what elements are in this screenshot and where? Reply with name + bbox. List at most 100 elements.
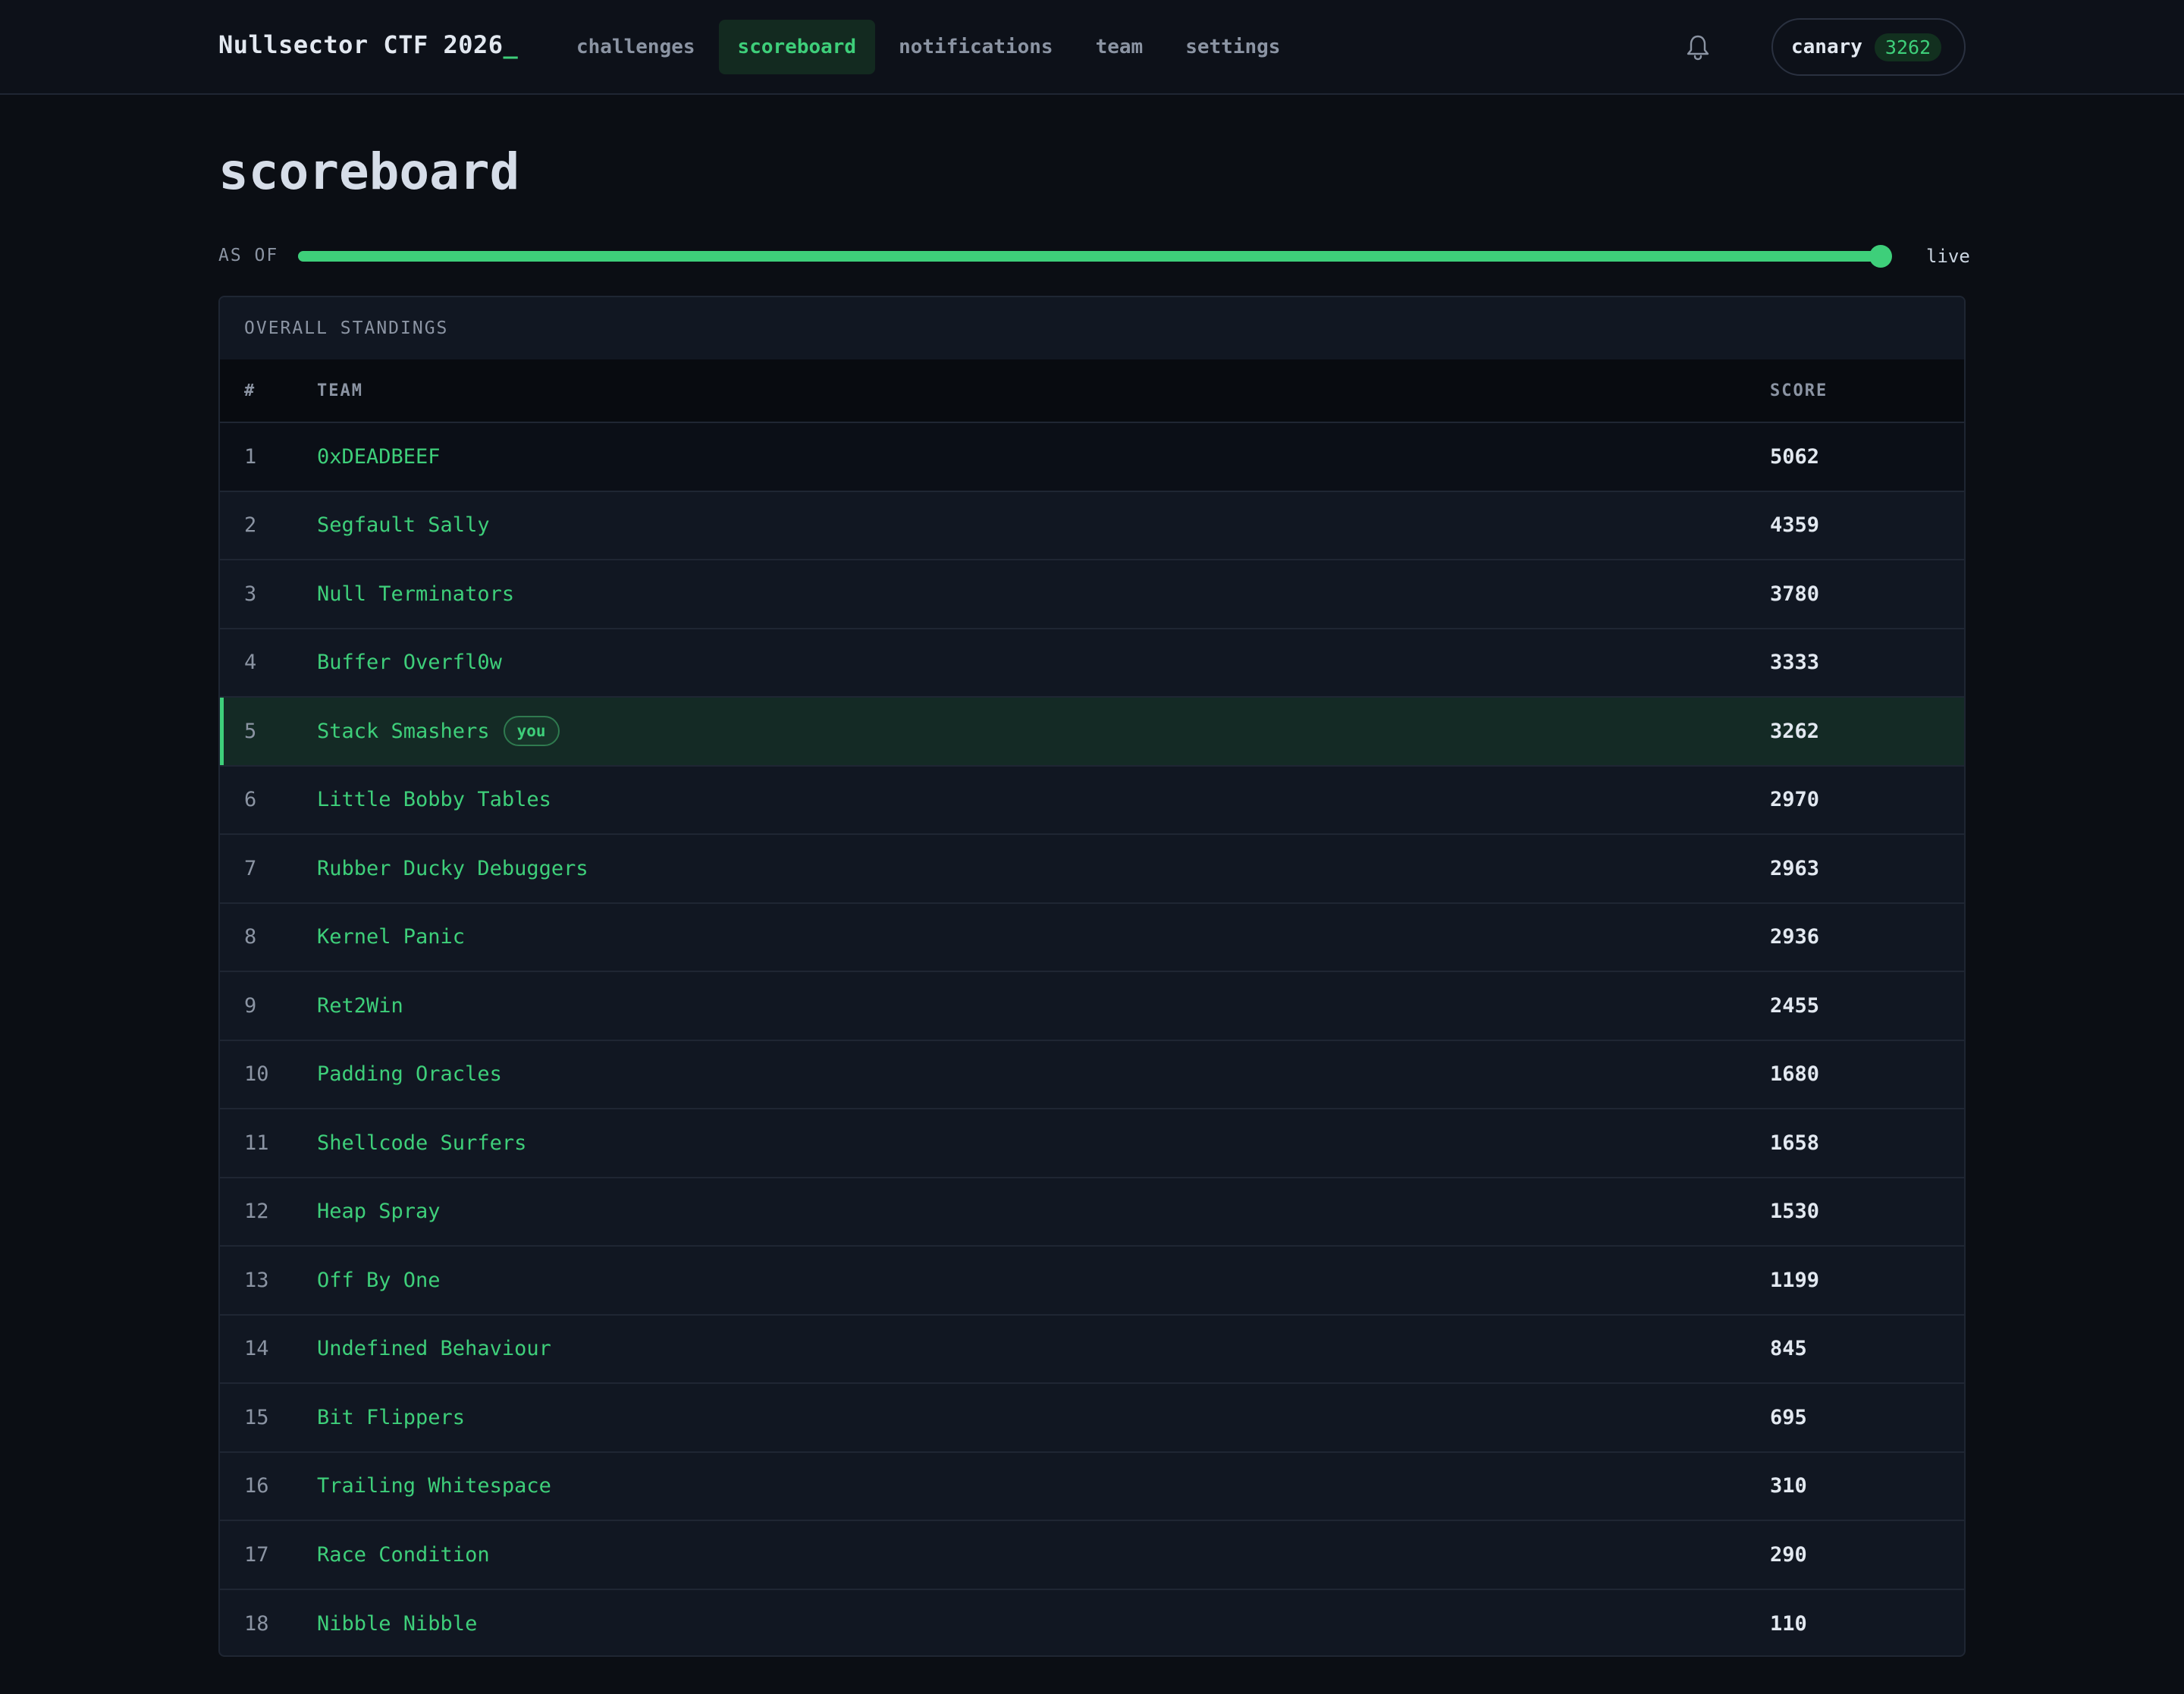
row-team-cell: Heap Spray <box>317 1200 1770 1223</box>
nav-tab-settings[interactable]: settings <box>1166 20 1299 74</box>
user-menu-button[interactable]: canary 3262 <box>1771 18 1966 76</box>
timeline-slider[interactable] <box>298 245 1892 268</box>
row-rank: 9 <box>244 993 257 1018</box>
row-rank: 14 <box>244 1337 269 1361</box>
table-header: # TEAM SCORE <box>220 359 1964 423</box>
row-team-cell: Stack Smashers you <box>317 716 1770 747</box>
row-team-link[interactable]: Bit Flippers <box>317 1406 465 1429</box>
row-team-cell: 0xDEADBEEF <box>317 445 1770 469</box>
row-team-link[interactable]: Kernel Panic <box>317 925 465 949</box>
as-of-label: AS OF <box>218 246 279 265</box>
nav-tab-notifications[interactable]: notifications <box>880 20 1072 74</box>
page-title: scoreboard <box>218 143 520 201</box>
row-rank: 10 <box>244 1062 269 1087</box>
row-score: 2455 <box>1770 993 1820 1018</box>
row-score: 3780 <box>1770 582 1820 606</box>
user-name: canary <box>1791 36 1862 58</box>
row-team-link[interactable]: Off By One <box>317 1269 441 1292</box>
row-team-link[interactable]: Little Bobby Tables <box>317 788 551 811</box>
row-rank: 2 <box>244 513 257 538</box>
row-team-link[interactable]: Segfault Sally <box>317 513 490 537</box>
table-row[interactable]: 3 Null Terminators 3780 <box>220 560 1964 629</box>
row-rank: 18 <box>244 1612 269 1636</box>
row-score: 845 <box>1770 1337 1807 1361</box>
row-team-link[interactable]: Null Terminators <box>317 582 514 606</box>
row-rank: 5 <box>244 719 257 743</box>
row-team-link[interactable]: Padding Oracles <box>317 1062 502 1086</box>
table-row[interactable]: 11 Shellcode Surfers 1658 <box>220 1109 1964 1178</box>
table-row[interactable]: 1 0xDEADBEEF 5062 <box>220 423 1964 492</box>
row-rank: 17 <box>244 1542 269 1567</box>
user-score-badge: 3262 <box>1874 33 1942 61</box>
row-team-cell: Off By One <box>317 1269 1770 1292</box>
table-row[interactable]: 14 Undefined Behaviour 845 <box>220 1316 1964 1384</box>
row-team-link[interactable]: Trailing Whitespace <box>317 1474 551 1498</box>
row-team-link[interactable]: Nibble Nibble <box>317 1612 477 1636</box>
table-row-current-team[interactable]: 5 Stack Smashers you 3262 <box>220 698 1964 767</box>
row-score: 1530 <box>1770 1200 1820 1224</box>
column-header-team[interactable]: TEAM <box>317 381 1770 400</box>
row-team-cell: Little Bobby Tables <box>317 788 1770 811</box>
row-score: 2970 <box>1770 788 1820 812</box>
row-team-cell: Nibble Nibble <box>317 1612 1770 1636</box>
standings-table-body: 1 0xDEADBEEF 5062 2 Segfault Sally 4359 3 Null … <box>220 423 1964 1656</box>
table-row[interactable]: 16 Trailing Whitespace 310 <box>220 1453 1964 1521</box>
row-score: 1199 <box>1770 1268 1820 1292</box>
timeline-value-label: live <box>1926 246 1970 267</box>
table-row[interactable]: 10 Padding Oracles 1680 <box>220 1041 1964 1109</box>
row-team-link[interactable]: Rubber Ducky Debuggers <box>317 857 588 880</box>
row-team-link[interactable]: Race Condition <box>317 1543 490 1567</box>
table-row[interactable]: 15 Bit Flippers 695 <box>220 1384 1964 1453</box>
row-score: 5062 <box>1770 444 1820 469</box>
row-team-cell: Kernel Panic <box>317 925 1770 949</box>
row-team-cell: Shellcode Surfers <box>317 1131 1770 1155</box>
column-header-score[interactable]: SCORE <box>1770 381 1964 400</box>
row-score: 2936 <box>1770 925 1820 949</box>
nav-tab-scoreboard[interactable]: scoreboard <box>718 20 876 74</box>
row-team-cell: Undefined Behaviour <box>317 1337 1770 1360</box>
table-row[interactable]: 2 Segfault Sally 4359 <box>220 492 1964 560</box>
brand-cursor: _ <box>503 30 519 59</box>
top-nav-bar: Nullsector CTF 2026_ challenges scoreboa… <box>0 0 2184 95</box>
table-row[interactable]: 13 Off By One 1199 <box>220 1247 1964 1316</box>
row-team-link[interactable]: Ret2Win <box>317 994 403 1018</box>
table-row[interactable]: 18 Nibble Nibble 110 <box>220 1590 1964 1656</box>
row-team-cell: Bit Flippers <box>317 1406 1770 1429</box>
row-rank: 7 <box>244 856 257 880</box>
brand-logo[interactable]: Nullsector CTF 2026_ <box>218 30 518 59</box>
timeline-slider-handle[interactable] <box>1869 245 1892 268</box>
timeline-slider-fill <box>298 251 1881 262</box>
row-score: 310 <box>1770 1474 1807 1498</box>
table-row[interactable]: 7 Rubber Ducky Debuggers 2963 <box>220 835 1964 904</box>
table-row[interactable]: 9 Ret2Win 2455 <box>220 972 1964 1041</box>
table-row[interactable]: 12 Heap Spray 1530 <box>220 1178 1964 1247</box>
row-team-link[interactable]: 0xDEADBEEF <box>317 445 441 469</box>
row-team-link[interactable]: Stack Smashers <box>317 720 490 743</box>
row-score: 1680 <box>1770 1062 1820 1087</box>
row-score: 3262 <box>1770 719 1820 743</box>
table-row[interactable]: 17 Race Condition 290 <box>220 1521 1964 1590</box>
table-row[interactable]: 4 Buffer Overfl0w 3333 <box>220 629 1964 698</box>
nav-tab-challenges[interactable]: challenges <box>557 20 714 74</box>
table-row[interactable]: 6 Little Bobby Tables 2970 <box>220 767 1964 835</box>
row-rank: 1 <box>244 444 257 469</box>
nav-tab-team[interactable]: team <box>1077 20 1163 74</box>
row-score: 1658 <box>1770 1131 1820 1155</box>
row-rank: 12 <box>244 1200 269 1224</box>
row-team-link[interactable]: Undefined Behaviour <box>317 1337 551 1360</box>
row-team-cell: Trailing Whitespace <box>317 1474 1770 1498</box>
brand-title: Nullsector CTF 2026 <box>218 30 504 59</box>
row-rank: 13 <box>244 1268 269 1292</box>
bell-icon[interactable] <box>1685 33 1711 61</box>
row-score: 4359 <box>1770 513 1820 538</box>
row-team-link[interactable]: Heap Spray <box>317 1200 441 1223</box>
column-header-rank[interactable]: # <box>220 381 317 400</box>
row-score: 290 <box>1770 1542 1807 1567</box>
table-row[interactable]: 8 Kernel Panic 2936 <box>220 904 1964 972</box>
row-team-link[interactable]: Buffer Overfl0w <box>317 651 502 674</box>
row-rank: 15 <box>244 1405 269 1429</box>
row-rank: 11 <box>244 1131 269 1155</box>
row-score: 2963 <box>1770 856 1820 880</box>
main-nav: challenges scoreboard notifications team… <box>557 20 1304 74</box>
row-team-link[interactable]: Shellcode Surfers <box>317 1131 526 1155</box>
